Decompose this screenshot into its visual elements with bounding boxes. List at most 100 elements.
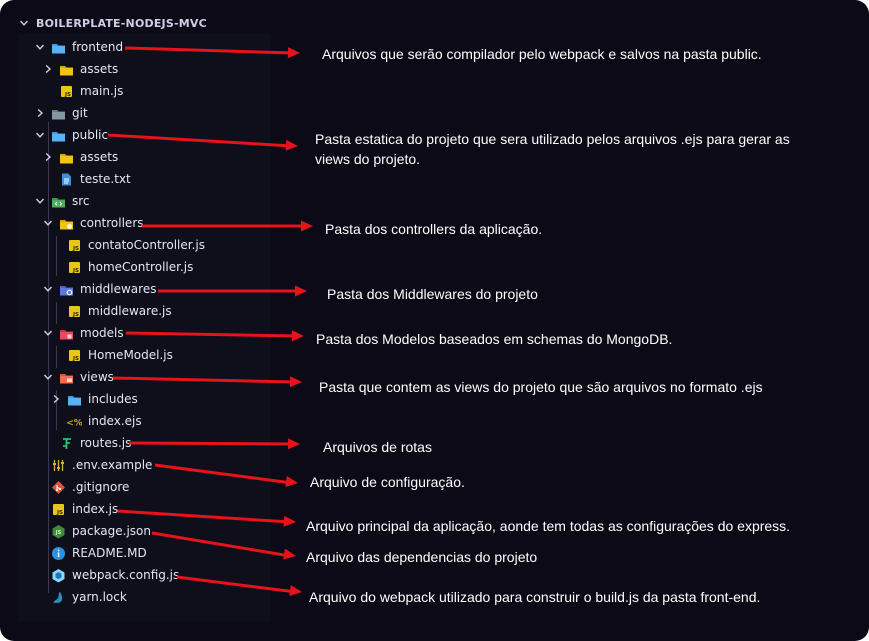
tree-item-views[interactable]: views [42,366,114,388]
tree-item-label: HomeModel.js [88,348,173,362]
explorer-root-header[interactable]: BOILERPLATE-NODEJS-MVC [18,14,207,32]
chevron-down-icon[interactable] [42,284,54,294]
tree-item-label: webpack.config.js [72,568,180,582]
chevron-down-icon[interactable] [42,372,54,382]
chevron-right-icon[interactable] [42,64,54,74]
tree-item-label: yarn.lock [72,590,127,604]
tree-item-yarn-lock[interactable]: yarn.lock [34,586,127,608]
routes-file-icon [58,435,74,451]
tree-item-middlewares[interactable]: middlewares [42,278,156,300]
note-middlewares: Pasta dos Middlewares do projeto [327,286,538,302]
chevron-right-icon[interactable] [50,394,62,404]
folder-middleware-icon [58,281,74,297]
svg-text:JS: JS [71,312,78,318]
tree-item-middleware-js[interactable]: JS middleware.js [50,300,172,322]
js-file-icon: JS [66,303,82,319]
note-models: Pasta dos Modelos baseados em schemas do… [316,331,673,347]
tree-item-label: views [80,370,114,384]
folder-models-icon [58,325,74,341]
folder-blue-icon [66,391,82,407]
folder-yellow-icon [58,149,74,165]
explorer-root-label: BOILERPLATE-NODEJS-MVC [36,16,207,30]
folder-views-icon [58,369,74,385]
svg-text:JS: JS [71,268,78,274]
tree-item-label: controllers [80,216,144,230]
text-file-icon [58,171,74,187]
tree-item-includes[interactable]: includes [50,388,138,410]
folder-controllers-icon [58,215,74,231]
tree-item-label: models [80,326,124,340]
tree-item-main-js[interactable]: JS main.js [42,80,123,102]
tree-item-label: .env.example [72,458,153,472]
note-frontend: Arquivos que serão compilador pelo webpa… [322,46,762,62]
folder-blue-icon [50,127,66,143]
tree-item-label: public [72,128,109,142]
tree-item-frontend[interactable]: frontend [34,36,123,58]
js-file-icon: JS [66,259,82,275]
js-file-icon: JS [58,83,74,99]
folder-src-icon [50,193,66,209]
js-file-icon: JS [50,501,66,517]
annotation-arrow-head [295,285,307,297]
note-routes: Arquivos de rotas [323,439,432,455]
tree-item-label: README.MD [72,546,147,560]
yarn-file-icon [50,589,66,605]
chevron-down-icon[interactable] [34,130,46,140]
chevron-right-icon[interactable] [42,152,54,162]
tree-item-label: contatoController.js [88,238,205,252]
tree-item-env-example[interactable]: .env.example [34,454,152,476]
annotation-arrow-head [283,548,296,560]
annotation-arrow-head [301,220,313,232]
svg-text:JS: JS [63,92,70,98]
tree-item-gitignore[interactable]: .gitignore [34,476,129,498]
tree-item-assets[interactable]: assets [42,58,118,80]
tree-item-label: main.js [80,84,124,98]
note-controllers: Pasta dos controllers da aplicação. [325,221,543,237]
note-public: Pasta estatica do projeto que sera utili… [315,131,790,167]
tree-item-src[interactable]: src [34,190,90,212]
tree-item-index-ejs[interactable]: <% index.ejs [50,410,142,432]
note-package: Arquivo das dependencias do projeto [306,549,538,565]
note-views: Pasta que contem as views do projeto que… [319,379,763,395]
tree-item-index-js[interactable]: JS index.js [34,498,118,520]
tree-item-controllers[interactable]: controllers [42,212,144,234]
chevron-down-icon[interactable] [34,42,46,52]
tree-item-package-json[interactable]: JS package.json [34,520,151,542]
tree-item-models[interactable]: models [42,322,124,344]
tree-item-label: assets [80,150,119,164]
tree-item-contatocontroller-js[interactable]: JS contatoController.js [50,234,205,256]
chevron-down-icon [18,18,30,28]
note-webpack: Arquivo do webpack utilizado para constr… [309,589,761,605]
tree-item-homemodel-js[interactable]: JS HomeModel.js [50,344,173,366]
tree-item-label: middlewares [80,282,157,296]
tree-item-label: .gitignore [72,480,130,494]
annotation-arrow-head [291,330,304,342]
screenshot-canvas: BOILERPLATE-NODEJS-MVC frontend assets JS m… [0,0,869,641]
env-file-icon [50,457,66,473]
annotation-arrow-head [289,376,302,388]
svg-text:JS: JS [71,356,78,362]
tree-item-homecontroller-js[interactable]: JS homeController.js [50,256,193,278]
tree-item-routes-js[interactable]: routes.js [42,432,131,454]
chevron-right-icon[interactable] [34,108,46,118]
tree-item-teste-txt[interactable]: teste.txt [42,168,131,190]
note-env: Arquivo de configuração. [310,474,465,490]
note-index: Arquivo principal da aplicação, aonde te… [306,518,791,534]
svg-text:JS: JS [55,510,62,516]
tree-item-public[interactable]: public [34,124,108,146]
tree-item-git[interactable]: git [34,102,88,124]
tree-item-label: index.js [72,502,119,516]
tree-item-label: middleware.js [88,304,172,318]
chevron-down-icon[interactable] [34,196,46,206]
js-file-icon: JS [66,237,82,253]
annotation-arrow-head [287,438,300,450]
tree-item-label: index.ejs [88,414,142,428]
tree-item-assets[interactable]: assets [42,146,118,168]
chevron-down-icon[interactable] [42,218,54,228]
tree-item-label: assets [80,62,119,76]
annotation-arrow-head [283,515,296,527]
tree-item-readme-md[interactable]: README.MD [34,542,147,564]
chevron-down-icon[interactable] [42,328,54,338]
tree-item-label: homeController.js [88,260,194,274]
tree-item-webpack-config-js[interactable]: webpack.config.js [34,564,179,586]
